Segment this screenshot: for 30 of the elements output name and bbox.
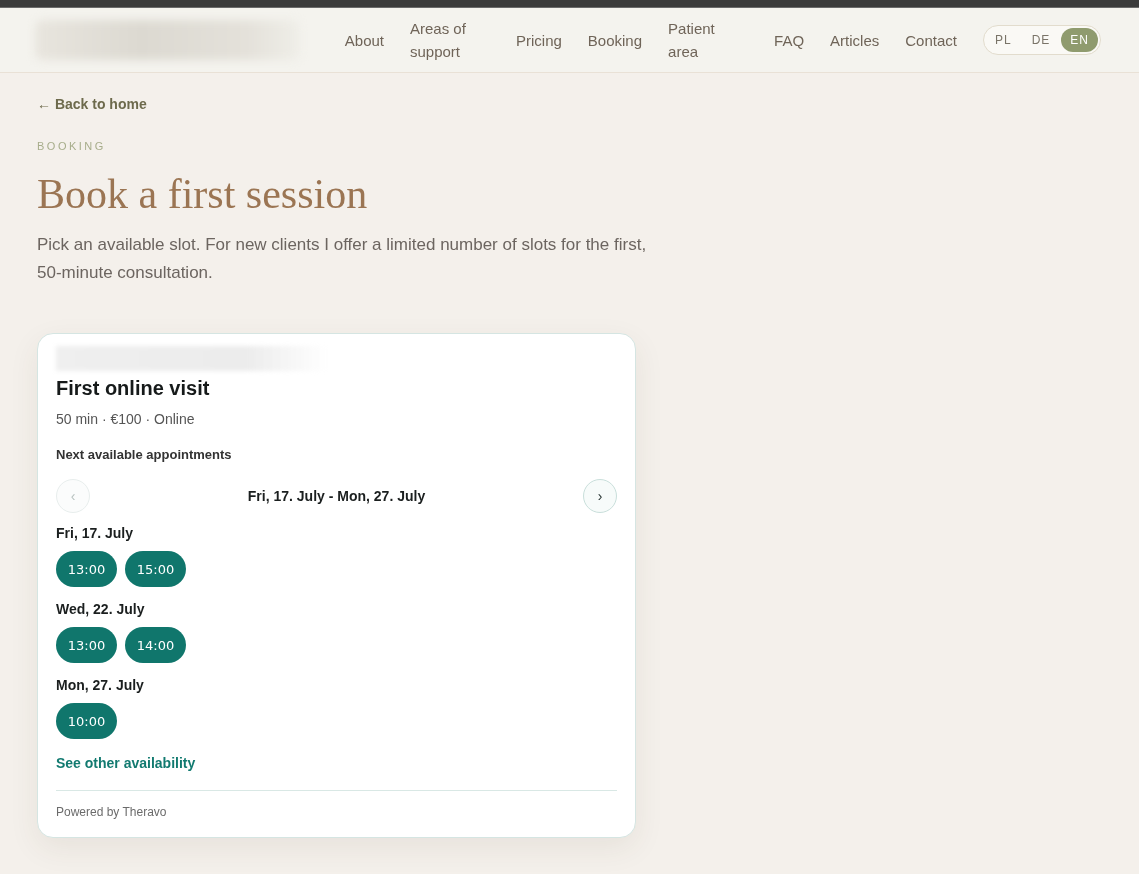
page-title: Book a first session [37,170,369,219]
day-label: Mon, 27. July [56,677,145,693]
visit-details: 50 min · €100 · Online [56,410,196,428]
time-slot-button[interactable]: 13:00 [56,627,117,663]
back-link[interactable]: ← Back to home [37,95,147,113]
nav-link[interactable]: Areas of support [410,17,490,63]
time-slot-button[interactable]: 13:00 [56,551,117,587]
nav-link[interactable]: Patient area [668,17,749,63]
language-option[interactable]: PL [985,28,1021,52]
time-slot-button[interactable]: 14:00 [125,627,186,663]
visit-title: First online visit [56,376,211,400]
next-button[interactable]: › [583,479,617,513]
nav-link[interactable]: Pricing [516,28,562,52]
powered-by-text: Powered by Theravo [56,805,168,819]
section-label: Next available appointments [56,447,233,463]
time-slot-button[interactable]: 10:00 [56,703,117,739]
nav-link[interactable]: Articles [830,28,880,52]
day-label: Fri, 17. July [56,525,135,541]
intro-text: Pick an available slot. For new clients I offer a limited number of slots for the first, 50-minute consultation. [37,234,648,284]
day-label: Wed, 22. July [56,601,146,617]
language-option[interactable]: DE [1022,28,1060,52]
section-eyebrow: BOOKING [37,139,107,153]
nav-link[interactable]: About [344,28,384,52]
nav-link[interactable]: Booking [587,28,643,52]
language-option[interactable]: EN [1061,28,1098,52]
other-availability-link[interactable]: See other availability [56,755,196,772]
time-slot-button[interactable]: 15:00 [125,551,186,587]
nav-link[interactable]: FAQ [774,28,805,52]
date-range: Fri, 17. July - Mon, 27. July [247,488,426,504]
nav-link[interactable]: Contact [905,28,957,52]
